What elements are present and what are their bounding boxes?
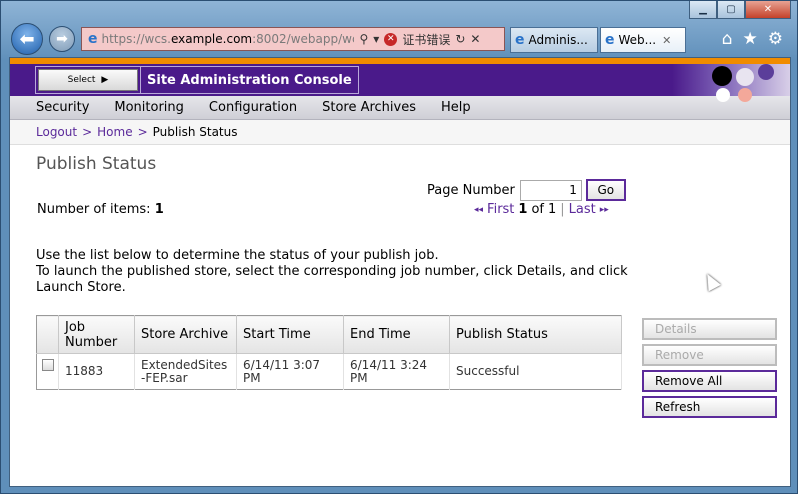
browser-tools: ⌂ ★ ⚙ bbox=[722, 29, 783, 49]
address-url: https://wcs.example.com:8002/webapp/wcs bbox=[101, 32, 354, 46]
page-number-control: Page Number Go bbox=[427, 179, 626, 201]
main-menu: Security Monitoring Configuration Store … bbox=[10, 96, 790, 120]
cell-job-number: 11883 bbox=[58, 353, 135, 390]
browser-window: ▁ ▢ ✕ ⬅ ➡ e https://wcs.example.com:8002… bbox=[0, 0, 798, 494]
forward-button[interactable]: ➡ bbox=[49, 26, 75, 52]
menu-help[interactable]: Help bbox=[441, 100, 471, 115]
items-value: 1 bbox=[154, 202, 164, 217]
menu-security[interactable]: Security bbox=[36, 100, 89, 115]
window-controls: ▁ ▢ ✕ bbox=[689, 1, 791, 19]
search-icon[interactable]: ⚲ bbox=[360, 32, 369, 46]
ie-tab-icon: e bbox=[515, 32, 525, 48]
back-arrow-icon: ⬅ bbox=[19, 28, 35, 50]
maximize-button[interactable]: ▢ bbox=[717, 1, 745, 19]
forward-arrow-icon: ➡ bbox=[56, 31, 68, 47]
select-column-header bbox=[36, 315, 59, 354]
select-label: Select bbox=[67, 75, 96, 85]
stop-icon[interactable]: ✕ bbox=[470, 32, 480, 46]
ie-tab-icon: e bbox=[605, 32, 615, 48]
tab-web[interactable]: e Web... ✕ bbox=[600, 27, 686, 53]
triangle-right-icon: ▶ bbox=[101, 75, 109, 85]
page-title: Publish Status bbox=[36, 154, 157, 174]
cell-store-archive: ExtendedSites-FEP.sar bbox=[134, 353, 237, 390]
column-header-start-time: Start Time bbox=[236, 315, 344, 354]
column-header-store-archive: Store Archive bbox=[134, 315, 237, 354]
browser-navbar: ⬅ ➡ e https://wcs.example.com:8002/webap… bbox=[7, 23, 791, 57]
dropdown-icon[interactable]: ▾ bbox=[373, 32, 379, 46]
close-button[interactable]: ✕ bbox=[745, 1, 791, 19]
column-header-publish-status: Publish Status bbox=[449, 315, 622, 354]
menu-monitoring[interactable]: Monitoring bbox=[114, 100, 184, 115]
mouse-cursor-icon bbox=[701, 270, 721, 292]
publish-status-table: Job Number Store Archive Start Time End … bbox=[36, 315, 622, 390]
instructions-line: Use the list below to determine the stat… bbox=[36, 248, 439, 263]
items-count: Number of items: 1 bbox=[37, 202, 164, 217]
breadcrumb-current: Publish Status bbox=[152, 125, 238, 139]
menu-store-archives[interactable]: Store Archives bbox=[322, 100, 416, 115]
breadcrumb-logout[interactable]: Logout bbox=[36, 125, 77, 139]
pager-last[interactable]: Last bbox=[569, 202, 596, 217]
favorites-star-icon[interactable]: ★ bbox=[743, 29, 758, 49]
home-icon[interactable]: ⌂ bbox=[722, 29, 733, 49]
cell-end-time: 6/14/11 3:24 PM bbox=[343, 353, 450, 390]
remove-button[interactable]: Remove bbox=[642, 344, 777, 366]
select-box: Select ▶ Site Administration Console bbox=[35, 66, 359, 94]
pager-of: of bbox=[531, 202, 544, 217]
cell-start-time: 6/14/11 3:07 PM bbox=[236, 353, 344, 390]
breadcrumb-separator: > bbox=[137, 125, 148, 139]
app-banner: Select ▶ Site Administration Console bbox=[10, 58, 790, 102]
details-button[interactable]: Details bbox=[642, 318, 777, 340]
select-button[interactable]: Select ▶ bbox=[38, 69, 138, 91]
banner-decoration bbox=[672, 64, 790, 102]
breadcrumb-separator: > bbox=[82, 125, 93, 139]
console-title: Site Administration Console bbox=[140, 67, 358, 93]
items-label: Number of items: bbox=[37, 202, 151, 217]
page-content: Select ▶ Site Administration Console Secu… bbox=[9, 57, 791, 487]
pager-first[interactable]: First bbox=[487, 202, 514, 217]
cert-error-label[interactable]: 证书错误 bbox=[402, 31, 450, 48]
pager: ◂◂ First 1 of 1 | Last ▸▸ bbox=[474, 202, 609, 217]
table-row[interactable]: 11883 ExtendedSites-FEP.sar 6/14/11 3:07… bbox=[36, 353, 622, 390]
first-page-icon: ◂◂ bbox=[474, 204, 484, 215]
back-button[interactable]: ⬅ bbox=[11, 23, 43, 55]
menu-configuration[interactable]: Configuration bbox=[209, 100, 297, 115]
page-number-label: Page Number bbox=[427, 182, 515, 198]
breadcrumb-home[interactable]: Home bbox=[97, 125, 132, 139]
ie-page-icon: e bbox=[88, 31, 98, 47]
column-header-end-time: End Time bbox=[343, 315, 450, 354]
page-number-input[interactable] bbox=[519, 179, 582, 201]
breadcrumb: Logout > Home > Publish Status bbox=[10, 120, 790, 145]
tab-admin[interactable]: e Adminis... bbox=[510, 27, 598, 53]
pager-total: 1 bbox=[547, 202, 557, 217]
remove-all-button[interactable]: Remove All bbox=[642, 370, 777, 392]
column-header-job-number: Job Number bbox=[58, 315, 135, 354]
instructions-line: To launch the published store, select th… bbox=[36, 264, 628, 295]
refresh-button[interactable]: Refresh bbox=[642, 396, 777, 418]
refresh-icon[interactable]: ↻ bbox=[455, 32, 465, 46]
table-header-row: Job Number Store Archive Start Time End … bbox=[36, 315, 622, 354]
pager-current: 1 bbox=[518, 202, 528, 217]
tab-label: Web... bbox=[618, 33, 657, 47]
cert-error-icon: ✕ bbox=[384, 32, 398, 46]
tab-label: Adminis... bbox=[528, 33, 588, 47]
cell-publish-status: Successful bbox=[449, 353, 622, 390]
minimize-button[interactable]: ▁ bbox=[689, 1, 717, 19]
gear-icon[interactable]: ⚙ bbox=[768, 29, 783, 49]
instructions: Use the list below to determine the stat… bbox=[36, 248, 636, 296]
close-tab-icon[interactable]: ✕ bbox=[662, 34, 671, 47]
row-checkbox[interactable] bbox=[41, 359, 54, 371]
last-page-icon: ▸▸ bbox=[599, 204, 609, 215]
go-button[interactable]: Go bbox=[585, 179, 626, 201]
address-bar[interactable]: e https://wcs.example.com:8002/webapp/wc… bbox=[81, 27, 505, 51]
